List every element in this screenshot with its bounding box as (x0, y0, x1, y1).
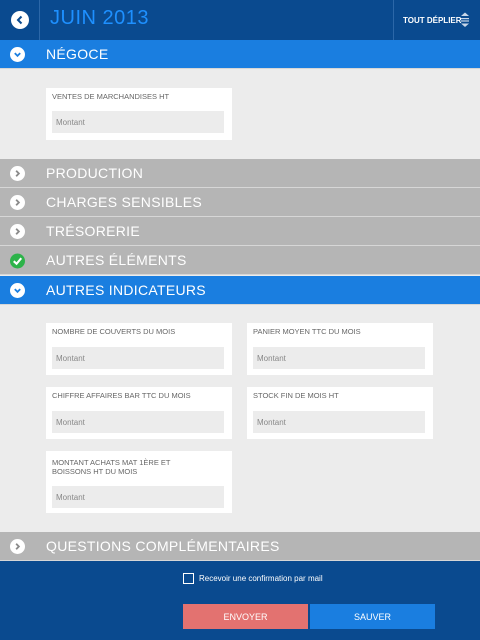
field-label: MONTANT ACHATS MAT 1ÈRE ET BOISSONS HT D… (46, 451, 206, 481)
field-card-ventes: VENTES DE MARCHANDISES HT Montant (46, 88, 232, 140)
confirm-email-label[interactable]: Recevoir une confirmation par mail (199, 574, 323, 583)
section-label-negoce: NÉGOCE (46, 46, 109, 62)
section-label-tresorerie: TRÉSORERIE (46, 223, 141, 239)
field-label: PANIER MOYEN TTC DU MOIS (247, 323, 367, 340)
section-header-questions[interactable]: QUESTIONS COMPLÉMENTAIRES (0, 532, 480, 561)
stock-input[interactable]: Montant (253, 411, 425, 433)
field-card-achats: MONTANT ACHATS MAT 1ÈRE ET BOISSONS HT D… (46, 451, 232, 513)
back-button[interactable] (0, 0, 40, 40)
confirm-email-row: Recevoir une confirmation par mail (183, 573, 323, 584)
achats-input[interactable]: Montant (52, 486, 224, 508)
send-button[interactable]: ENVOYER (183, 604, 308, 629)
chevron-down-circle-icon (10, 283, 25, 298)
panier-input[interactable]: Montant (253, 347, 425, 369)
field-card-stock: STOCK FIN DE MOIS HT Montant (247, 387, 433, 439)
chevron-right-circle-icon (10, 166, 25, 181)
chiffre-bar-input[interactable]: Montant (52, 411, 224, 433)
field-label: CHIFFRE AFFAIRES BAR TTC DU MOIS (46, 387, 197, 404)
field-label: STOCK FIN DE MOIS HT (247, 387, 345, 404)
chevron-down-circle-icon (10, 47, 25, 62)
expand-all-button[interactable]: TOUT DÉPLIER (393, 0, 480, 40)
section-label-autres-indicateurs: AUTRES INDICATEURS (46, 282, 206, 298)
field-card-chiffre-bar: CHIFFRE AFFAIRES BAR TTC DU MOIS Montant (46, 387, 232, 439)
field-card-couverts: NOMBRE DE COUVERTS DU MOIS Montant (46, 323, 232, 375)
field-card-panier: PANIER MOYEN TTC DU MOIS Montant (247, 323, 433, 375)
section-header-production[interactable]: PRODUCTION (0, 159, 480, 188)
save-button[interactable]: SAUVER (310, 604, 435, 629)
expand-arrows-icon (460, 12, 470, 33)
expand-all-label: TOUT DÉPLIER (403, 15, 462, 25)
section-header-negoce[interactable]: NÉGOCE (0, 40, 480, 69)
couverts-input[interactable]: Montant (52, 347, 224, 369)
section-label-questions: QUESTIONS COMPLÉMENTAIRES (46, 538, 280, 554)
chevron-right-circle-icon (10, 539, 25, 554)
section-label-production: PRODUCTION (46, 165, 144, 181)
top-bar: JUIN 2013 TOUT DÉPLIER (0, 0, 480, 40)
section-header-autres-indicateurs[interactable]: AUTRES INDICATEURS (0, 276, 480, 305)
section-header-charges[interactable]: CHARGES SENSIBLES (0, 188, 480, 217)
ventes-input[interactable]: Montant (52, 111, 224, 133)
section-header-tresorerie[interactable]: TRÉSORERIE (0, 217, 480, 246)
chevron-right-circle-icon (10, 224, 25, 239)
chevron-right-circle-icon (10, 195, 25, 210)
chevron-left-circle-icon (10, 11, 29, 29)
checkmark-icon (10, 253, 25, 268)
section-label-autres-elements: AUTRES ÉLÉMENTS (46, 252, 187, 268)
section-label-charges: CHARGES SENSIBLES (46, 194, 203, 210)
field-label: NOMBRE DE COUVERTS DU MOIS (46, 323, 182, 340)
field-label: VENTES DE MARCHANDISES HT (46, 88, 176, 105)
confirm-email-checkbox[interactable] (183, 573, 194, 584)
section-header-autres-elements[interactable]: AUTRES ÉLÉMENTS (0, 246, 480, 275)
page-title: JUIN 2013 (50, 7, 149, 29)
